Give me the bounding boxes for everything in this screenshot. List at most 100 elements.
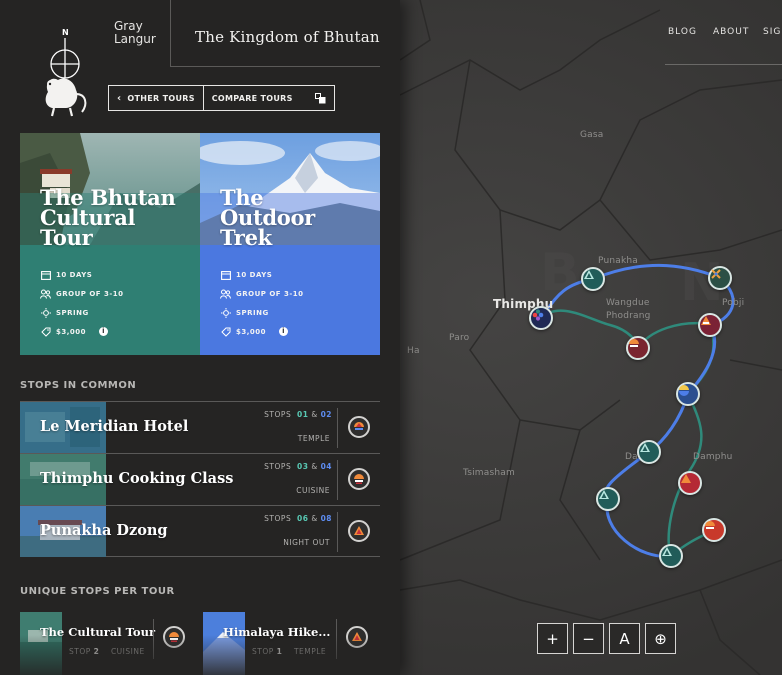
- unique-stops-heading: UNIQUE STOPS PER TOUR: [20, 586, 175, 597]
- map-stop-southwest[interactable]: [596, 487, 620, 511]
- chevron-left-icon: ‹: [117, 92, 122, 104]
- common-stop-category: NIGHT OUT: [283, 538, 330, 547]
- tour-card-trek[interactable]: The Outdoor Trek 10 DAYS GROUP OF 3-10 S…: [200, 133, 380, 355]
- cuisine-icon: [629, 339, 639, 347]
- tour-facts: 10 DAYS GROUP OF 3-10 SPRING $3,000 i: [220, 265, 304, 341]
- labels-toggle-button[interactable]: A: [609, 623, 640, 654]
- cluster-icon: [532, 309, 544, 321]
- common-stop-name: Punakha Dzong: [40, 522, 168, 539]
- map-stop-punakha[interactable]: [581, 267, 605, 291]
- map-stop-southeast[interactable]: [702, 518, 726, 542]
- page-title: The Kingdom of Bhutan: [195, 28, 380, 46]
- fact-group: GROUP OF 3-10: [40, 284, 124, 303]
- map-stop-center[interactable]: [676, 382, 700, 406]
- common-stop-numbers: STOPS 01 & 02: [264, 410, 332, 419]
- map-stop-damphu[interactable]: [678, 471, 702, 495]
- map-stop-south[interactable]: [659, 544, 683, 568]
- camp-icon: [681, 474, 691, 483]
- fact-season: SPRING: [220, 303, 304, 322]
- stop-label: STOP: [69, 647, 91, 656]
- monkey-compass-icon: N: [45, 28, 87, 117]
- stop-label: STOP: [252, 647, 274, 656]
- unique-stop-meta: STOP 1 TEMPLE: [252, 647, 326, 656]
- stops-amp: &: [311, 410, 318, 419]
- locate-button[interactable]: ⊕: [645, 623, 676, 654]
- compare-tours-button[interactable]: COMPARE TOURS: [202, 86, 334, 110]
- map-stop-east[interactable]: [698, 313, 722, 337]
- info-icon[interactable]: i: [99, 327, 109, 336]
- group-icon: [220, 288, 231, 299]
- fact-season: SPRING: [40, 303, 124, 322]
- map-label-dagana: Da: [625, 452, 638, 462]
- tour-button-group: ‹ OTHER TOURS COMPARE TOURS: [108, 85, 335, 111]
- common-stop-row[interactable]: Thimphu Cooking Class STOPS 03 & 04 CUIS…: [20, 453, 380, 505]
- fact-group-text: GROUP OF 3-10: [236, 289, 304, 298]
- stop-number-b: 04: [320, 462, 332, 471]
- nav-sign[interactable]: SIGN: [763, 27, 782, 37]
- fact-duration: 10 DAYS: [40, 265, 124, 284]
- unique-stop-card[interactable]: The Cultural Tour STOP 2 CUISINE: [20, 612, 195, 675]
- header-divider: [170, 0, 171, 67]
- header-underline: [170, 66, 380, 67]
- fact-season-text: SPRING: [56, 308, 89, 317]
- group-icon: [40, 288, 51, 299]
- temple-icon: [599, 490, 609, 499]
- map-label-phodrang: Phodrang: [606, 311, 651, 321]
- night-out-icon: [701, 316, 711, 325]
- row-divider: [337, 512, 338, 552]
- common-stop-category: TEMPLE: [297, 434, 330, 443]
- stop-number-b: 02: [320, 410, 332, 419]
- stop-number-b: 08: [320, 514, 332, 523]
- common-stop-name: Le Meridian Hotel: [40, 418, 189, 435]
- compare-icon: [314, 92, 326, 103]
- map-stop-pobji[interactable]: [708, 266, 732, 290]
- info-icon[interactable]: i: [279, 327, 289, 336]
- cuisine-icon: [348, 468, 370, 490]
- nav-about[interactable]: ABOUT: [713, 27, 749, 37]
- zoom-in-button[interactable]: +: [537, 623, 568, 654]
- fact-duration: 10 DAYS: [220, 265, 304, 284]
- crossed-icon: [711, 269, 721, 279]
- unique-stop-name: The Cultural Tour: [40, 625, 156, 639]
- map-stop-wangdue[interactable]: [626, 336, 650, 360]
- other-tours-label: OTHER TOURS: [127, 93, 195, 103]
- row-divider: [153, 619, 154, 659]
- common-stop-numbers: STOPS 06 & 08: [264, 514, 332, 523]
- map-label-punakha: Punakha: [598, 256, 639, 266]
- night-out-icon: [348, 520, 370, 542]
- common-stop-row[interactable]: Le Meridian Hotel STOPS 01 & 02 TEMPLE: [20, 401, 380, 453]
- nav-blog[interactable]: BLOG: [668, 27, 697, 37]
- fact-duration-text: 10 DAYS: [56, 270, 93, 279]
- gray-langur-logo[interactable]: N: [30, 20, 100, 120]
- map-label-paro: Paro: [449, 333, 470, 343]
- map-label-gasa: Gasa: [580, 130, 604, 140]
- map-label-wangdue: Wangdue: [606, 298, 650, 308]
- sun-icon: [40, 307, 51, 318]
- sun-icon: [220, 307, 231, 318]
- map-stop-dagana[interactable]: [637, 440, 661, 464]
- temple-icon: [346, 626, 368, 648]
- unique-stop-card[interactable]: Himalaya Hike... STOP 1 TEMPLE: [203, 612, 378, 675]
- fact-price-text: $3,000: [56, 327, 87, 336]
- temple-icon: [584, 270, 594, 279]
- brand-line-2: Langur: [114, 32, 156, 46]
- common-stop-row[interactable]: Punakha Dzong STOPS 06 & 08 NIGHT OUT: [20, 505, 380, 557]
- stop-number-a: 03: [296, 462, 309, 471]
- svg-text:N: N: [62, 28, 69, 37]
- stops-in-common-heading: STOPS IN COMMON: [20, 380, 137, 391]
- fact-price-text: $3,000: [236, 327, 267, 336]
- fact-group-text: GROUP OF 3-10: [56, 289, 124, 298]
- sunrise-icon: [679, 385, 689, 396]
- row-divider: [337, 460, 338, 500]
- common-stop-name: Thimphu Cooking Class: [40, 470, 234, 487]
- map-stop-thimphu[interactable]: [529, 306, 553, 330]
- brand-name: Gray Langur: [114, 20, 156, 46]
- tour-panel: N Gray Langur The Kingdom of Bhutan ‹ OT…: [0, 0, 400, 675]
- tour-card-cultural[interactable]: The Bhutan Cultural Tour 10 DAYS GROUP O…: [20, 133, 200, 355]
- other-tours-button[interactable]: ‹ OTHER TOURS: [109, 86, 203, 110]
- tour-title-line: Tour: [40, 225, 93, 250]
- calendar-icon: [220, 269, 231, 280]
- stops-label: STOPS: [264, 410, 292, 419]
- fact-season-text: SPRING: [236, 308, 269, 317]
- zoom-out-button[interactable]: −: [573, 623, 604, 654]
